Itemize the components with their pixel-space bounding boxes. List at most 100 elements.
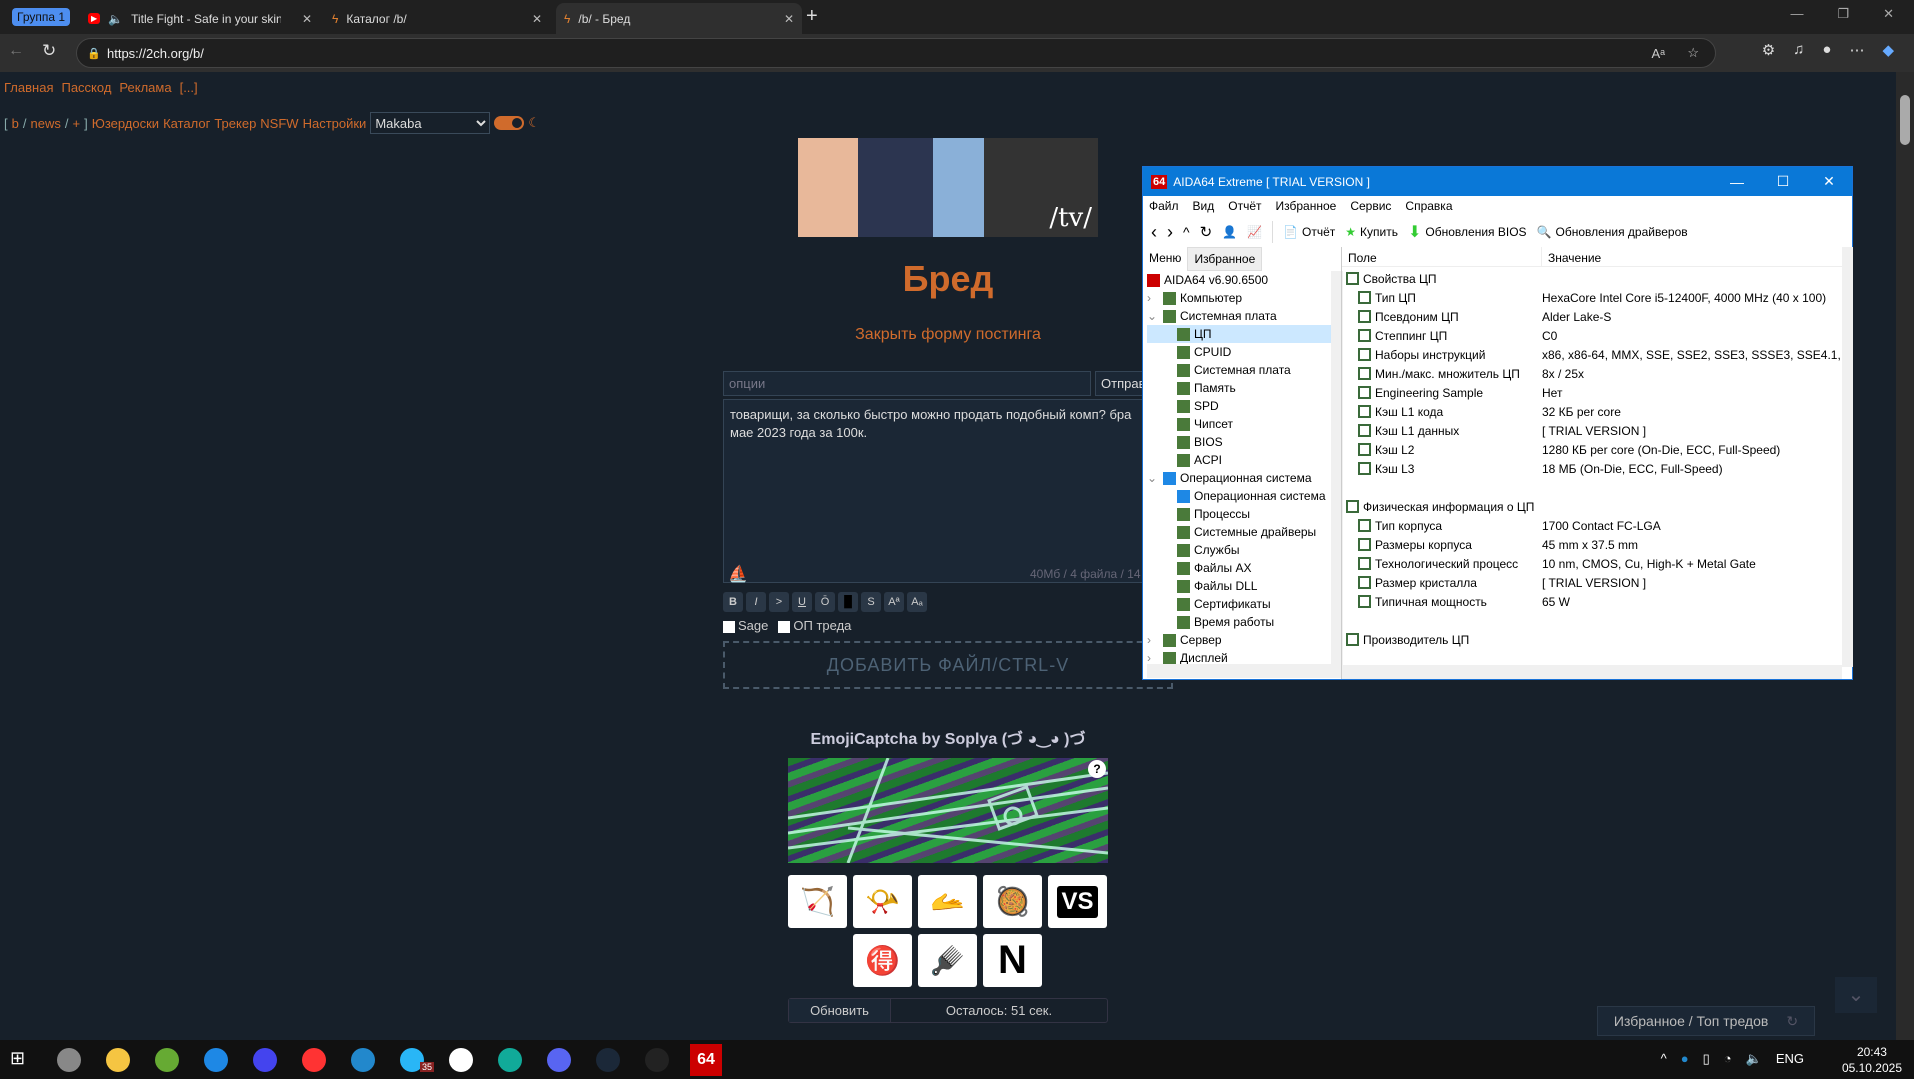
tree-item[interactable]: Память [1147, 379, 1331, 397]
taskbar-steam-icon[interactable] [596, 1048, 620, 1072]
tab-bred[interactable]: ϟ /b/ - Бред ✕ [556, 3, 802, 34]
italic-button[interactable]: I [746, 592, 766, 612]
close-window-button[interactable]: ✕ [1883, 6, 1894, 22]
close-icon[interactable]: ✕ [784, 12, 794, 26]
tree-item[interactable]: AIDA64 v6.90.6500 [1147, 271, 1331, 289]
tree-item[interactable]: Файлы DLL [1147, 577, 1331, 595]
profile-avatar[interactable]: ● [1822, 41, 1831, 59]
table-row[interactable]: Кэш L3 18 МБ (On-Die, ECC, Full-Speed) [1346, 459, 1842, 478]
menu-service[interactable]: Сервис [1350, 199, 1391, 213]
back-button[interactable]: ← [8, 42, 24, 60]
tree-hscrollbar[interactable] [1147, 664, 1343, 678]
bold-button[interactable]: B [723, 592, 743, 612]
link-passcode[interactable]: Пасскод [61, 80, 111, 95]
table-row[interactable]: Степпинг ЦП C0 [1346, 326, 1842, 345]
taskbar-g-hub-icon[interactable] [645, 1048, 669, 1072]
table-row[interactable]: Технологический процесс 10 nm, CMOS, Cu, … [1346, 554, 1842, 573]
read-aloud-icon[interactable]: Aᵃ [1651, 46, 1665, 61]
copilot-icon[interactable]: ◆ [1882, 41, 1894, 59]
expand-arrow-icon[interactable]: › [1147, 633, 1159, 647]
captcha-option-hand[interactable]: 🫴 [918, 875, 977, 928]
back-icon[interactable]: ‹ [1151, 222, 1157, 243]
captcha-option-n[interactable]: N [983, 934, 1042, 987]
section-header[interactable]: Свойства ЦП [1346, 269, 1842, 288]
url-input[interactable]: 🔒 https://2ch.org/b/ Aᵃ ☆ [76, 38, 1716, 68]
message-textarea[interactable]: товарищи, за сколько быстро можно продат… [723, 399, 1153, 583]
tree-item[interactable]: CPUID [1147, 343, 1331, 361]
taskbar-yandex-browser-icon[interactable] [449, 1048, 473, 1072]
tree-item[interactable]: › Компьютер [1147, 289, 1331, 307]
tab-group-label[interactable]: Группа 1 [12, 8, 71, 26]
star-icon[interactable]: ☆ [1687, 45, 1699, 61]
taskbar-keepass-icon[interactable] [155, 1048, 179, 1072]
bios-update-button[interactable]: ⬇ Обновления BIOS [1408, 222, 1527, 242]
reload-button[interactable]: ↻ [42, 41, 56, 61]
link-ads[interactable]: Реклама [119, 80, 171, 95]
link-nsfw[interactable]: NSFW [260, 116, 298, 131]
expand-arrow-icon[interactable]: ⌄ [1147, 309, 1159, 323]
tab-youtube[interactable]: ▶ 🔈 Title Fight - Safe in your skin ✕ [80, 3, 320, 34]
captcha-option-horn[interactable]: 📯 [853, 875, 912, 928]
link-news[interactable]: news [30, 116, 60, 131]
menu-report[interactable]: Отчёт [1228, 199, 1261, 213]
close-button[interactable]: ✕ [1806, 167, 1852, 196]
start-button[interactable]: ⊞ [10, 1048, 25, 1069]
tree-item[interactable]: Время работы [1147, 613, 1331, 631]
link-b[interactable]: b [12, 116, 19, 131]
expand-arrow-icon[interactable]: › [1147, 291, 1159, 305]
sage-checkbox[interactable]: Sage [723, 618, 768, 633]
tree-item[interactable]: ACPI [1147, 451, 1331, 469]
taskbar-aida64[interactable]: 64 [690, 1044, 722, 1076]
page-scrollbar[interactable] [1896, 72, 1914, 1040]
options-input[interactable]: опции [723, 371, 1091, 396]
tab-favorites[interactable]: Избранное [1187, 247, 1263, 271]
style-select[interactable]: Makaba [370, 112, 491, 134]
tray-chevron-icon[interactable]: ^ [1661, 1051, 1667, 1067]
link-userboards[interactable]: Юзердоски [92, 116, 159, 131]
clock[interactable]: 20:43 05.10.2025 [1842, 1044, 1902, 1076]
taskbar-edge-icon[interactable] [498, 1048, 522, 1072]
theme-toggle[interactable] [494, 116, 525, 130]
up-icon[interactable]: ^ [1183, 224, 1190, 240]
refresh-icon[interactable]: ↻ [1786, 1013, 1798, 1030]
file-dropzone[interactable]: ДОБАВИТЬ ФАЙЛ/CTRL-V [723, 641, 1173, 689]
minimize-button[interactable]: — [1790, 6, 1803, 22]
expand-arrow-icon[interactable]: › [1147, 651, 1159, 664]
table-row[interactable]: Кэш L1 кода 32 КБ per core [1346, 402, 1842, 421]
link-main[interactable]: Главная [4, 80, 53, 95]
usb-icon[interactable]: ▯ [1703, 1051, 1710, 1067]
menu-help[interactable]: Справка [1405, 199, 1452, 213]
board-banner[interactable]: /tv/ [798, 138, 1098, 237]
tree-item[interactable]: Чипсет [1147, 415, 1331, 433]
report-button[interactable]: 📄 Отчёт [1283, 225, 1335, 239]
section-header[interactable]: Производитель ЦП [1346, 630, 1842, 649]
table-row[interactable]: Кэш L2 1280 КБ per core (On-Die, ECC, Ful… [1346, 440, 1842, 459]
details-scrollbar[interactable] [1842, 247, 1853, 667]
link-more[interactable]: [...] [180, 80, 198, 95]
table-row[interactable]: Наборы инструкций x86, x86-64, MMX, SSE, … [1346, 345, 1842, 364]
buy-button[interactable]: ★ Купить [1345, 225, 1398, 239]
volume-icon[interactable]: 🔈 [1746, 1051, 1762, 1067]
tree-item[interactable]: BIOS [1147, 433, 1331, 451]
maximize-button[interactable]: ☐ [1760, 167, 1806, 196]
menu-view[interactable]: Вид [1193, 199, 1215, 213]
tree-item[interactable]: ⌄ Системная плата [1147, 307, 1331, 325]
minimize-button[interactable]: — [1714, 167, 1760, 196]
close-icon[interactable]: ✕ [302, 12, 312, 26]
driver-update-button[interactable]: 🔍 Обновления драйверов [1537, 225, 1688, 239]
tree-item[interactable]: Сертификаты [1147, 595, 1331, 613]
favorites-bar[interactable]: Избранное / Топ тредов ↻ [1597, 1006, 1815, 1036]
taskbar-obs-icon[interactable] [57, 1048, 81, 1072]
captcha-refresh-button[interactable]: Обновить [789, 999, 891, 1022]
table-row[interactable]: Размеры корпуса 45 mm x 37.5 mm [1346, 535, 1842, 554]
taskbar-yandex-icon[interactable] [302, 1048, 326, 1072]
tree-item[interactable]: Операционная система [1147, 487, 1331, 505]
forward-icon[interactable]: › [1167, 222, 1173, 243]
extensions-icon[interactable]: ⚙ [1762, 41, 1775, 59]
column-value[interactable]: Значение [1542, 247, 1607, 266]
overline-button[interactable]: Ō [815, 592, 835, 612]
subscript-button[interactable]: Aₐ [907, 592, 927, 612]
table-row[interactable]: Тип ЦП HexaCore Intel Core i5-12400F, 400… [1346, 288, 1842, 307]
captcha-option-envelope[interactable]: 🉐 [853, 934, 912, 987]
link-plus[interactable]: + [72, 116, 80, 131]
